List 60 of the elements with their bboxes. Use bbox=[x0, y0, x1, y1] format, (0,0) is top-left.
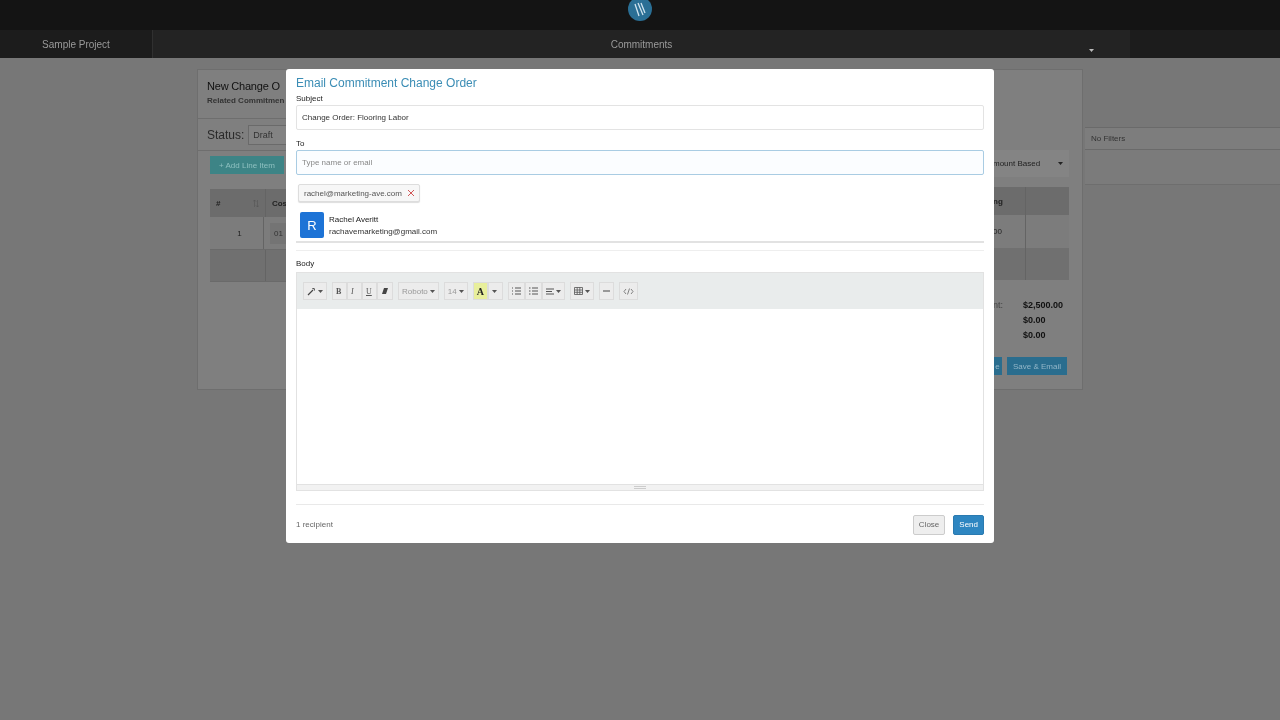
project-name[interactable]: Sample Project bbox=[0, 30, 152, 58]
type-dropdown[interactable]: mount Based bbox=[993, 150, 1069, 177]
filter-status[interactable]: No Filters bbox=[1085, 127, 1280, 150]
caret-icon bbox=[1089, 49, 1094, 52]
total-value: $0.00 bbox=[1023, 330, 1047, 340]
code-view-button[interactable] bbox=[618, 282, 638, 300]
recipient-chip[interactable]: rachel@marketing-ave.com bbox=[298, 184, 420, 202]
code-icon bbox=[622, 287, 634, 295]
magic-wand-icon bbox=[307, 286, 316, 296]
status-select[interactable]: Draft bbox=[248, 124, 287, 145]
status-label: Status: bbox=[207, 127, 245, 142]
horizontal-rule-button[interactable] bbox=[598, 282, 614, 300]
suggestion-item[interactable]: R Rachel Averitt rachavemarketing@gmail.com bbox=[296, 209, 984, 243]
contact-name: Rachel Averitt bbox=[329, 214, 380, 224]
column-header: # bbox=[216, 198, 221, 208]
logo-icon bbox=[628, 0, 652, 22]
field-label: Subject bbox=[296, 94, 324, 103]
caret-icon bbox=[458, 289, 464, 293]
recipient-email: rachel@marketing-ave.com bbox=[304, 188, 402, 198]
align-dropdown[interactable] bbox=[541, 282, 565, 300]
caret-icon bbox=[429, 289, 435, 293]
recipient-count: 1 recipient bbox=[296, 520, 333, 529]
caret-icon bbox=[491, 289, 497, 293]
format-button[interactable]: U bbox=[362, 282, 377, 300]
subject-field[interactable]: Change Order: Flooring Labor bbox=[296, 105, 984, 130]
numbered-list-icon bbox=[528, 287, 538, 295]
style-button[interactable] bbox=[303, 282, 327, 300]
card-subtitle: Related Commitmen bbox=[207, 96, 286, 105]
align-icon bbox=[545, 287, 554, 295]
caret-icon bbox=[584, 289, 590, 293]
table-dropdown[interactable] bbox=[569, 282, 594, 300]
eraser-icon bbox=[381, 287, 389, 295]
column-header: Cos bbox=[270, 198, 287, 208]
horizontal-line-icon bbox=[602, 290, 610, 292]
dialog-title: Email Commitment Change Order bbox=[296, 76, 478, 90]
field-label: Body bbox=[296, 259, 316, 268]
close-button[interactable]: Close bbox=[912, 514, 946, 535]
body-editor[interactable]: B I U Roboto 14 A bbox=[296, 272, 984, 491]
bullet-list-icon bbox=[511, 287, 521, 295]
caret-icon bbox=[555, 289, 561, 293]
card-title: New Change O bbox=[207, 80, 281, 92]
table-cell: 1 bbox=[237, 228, 242, 238]
bullet-list-button[interactable] bbox=[507, 282, 525, 300]
format-button[interactable]: B bbox=[332, 282, 347, 300]
avatar: R bbox=[300, 212, 324, 238]
color-button[interactable]: A bbox=[472, 282, 488, 300]
eraser-button[interactable] bbox=[377, 282, 393, 300]
table-icon bbox=[573, 287, 583, 295]
recipient-field[interactable]: Type name or email bbox=[296, 150, 984, 175]
column-header: ng bbox=[993, 196, 1003, 206]
field-label: To bbox=[296, 139, 306, 148]
contact-email: rachavemarketing@gmail.com bbox=[329, 226, 438, 236]
caret-icon bbox=[1058, 162, 1063, 165]
total-value: $2,500.00 bbox=[1023, 300, 1065, 310]
section-dropdown[interactable]: Commitments bbox=[152, 30, 1130, 58]
total-value: $0.00 bbox=[1023, 315, 1047, 325]
send-button[interactable]: Send bbox=[953, 514, 984, 535]
caret-icon bbox=[318, 289, 323, 293]
close-icon[interactable] bbox=[407, 190, 414, 196]
format-button[interactable]: I bbox=[347, 282, 362, 300]
